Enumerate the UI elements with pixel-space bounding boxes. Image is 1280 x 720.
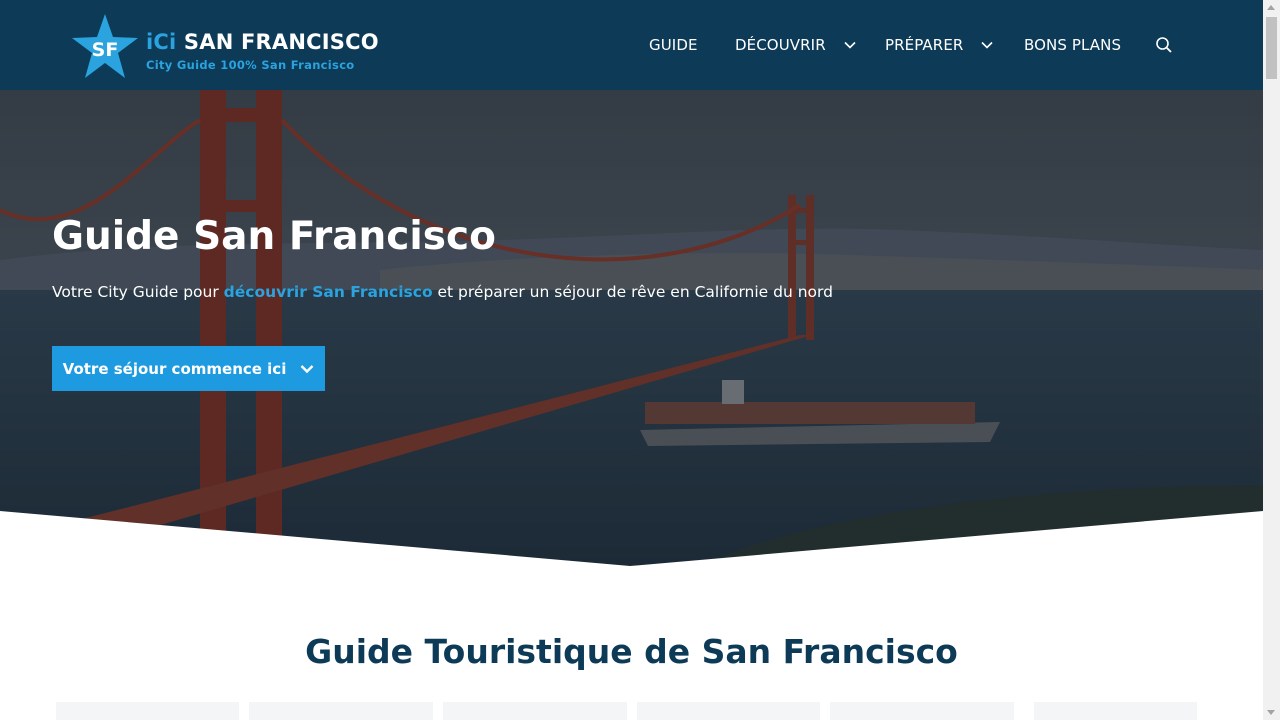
scroll-down-arrow-icon[interactable]	[1267, 710, 1275, 715]
site-header: SF iCi SAN FRANCISCO City Guide 100% San…	[0, 0, 1263, 90]
nav-item-decouvrir[interactable]: DÉCOUVRIR	[735, 35, 856, 55]
hero-subtitle-after: et préparer un séjour de rêve en Califor…	[432, 283, 833, 301]
page-scrollbar[interactable]	[1263, 0, 1280, 720]
hero-subtitle-link[interactable]: découvrir San Francisco	[224, 283, 433, 301]
hero-background-image	[0, 90, 1263, 566]
hero-subtitle: Votre City Guide pour découvrir San Fran…	[52, 283, 833, 301]
hero-banner: Guide San Francisco Votre City Guide pou…	[0, 90, 1263, 566]
guide-card[interactable]	[830, 702, 1014, 720]
guide-card[interactable]	[1034, 702, 1197, 720]
hero-title: Guide San Francisco	[52, 214, 496, 259]
nav-item-preparer[interactable]: PRÉPARER	[885, 35, 993, 55]
nav-label: DÉCOUVRIR	[735, 36, 826, 54]
nav-item-bons-plans[interactable]: BONS PLANS	[1024, 35, 1121, 55]
search-icon[interactable]	[1155, 36, 1173, 54]
page: SF iCi SAN FRANCISCO City Guide 100% San…	[0, 0, 1263, 720]
guide-cards-row	[0, 702, 1263, 720]
guide-card[interactable]	[56, 702, 239, 720]
section-title: Guide Touristique de San Francisco	[305, 632, 958, 671]
start-trip-button[interactable]: Votre séjour commence ici	[52, 346, 325, 391]
scroll-up-arrow-icon[interactable]	[1267, 5, 1275, 10]
hero-subtitle-before: Votre City Guide pour	[52, 283, 224, 301]
chevron-down-icon	[981, 41, 993, 49]
start-trip-button-label: Votre séjour commence ici	[62, 359, 287, 378]
nav-item-guide[interactable]: GUIDE	[649, 35, 698, 55]
chevron-down-icon	[844, 41, 856, 49]
guide-card[interactable]	[249, 702, 433, 720]
scrollbar-thumb[interactable]	[1266, 17, 1277, 79]
main-nav: GUIDE DÉCOUVRIR PRÉPARER BONS PLANS	[0, 0, 1263, 90]
guide-card[interactable]	[637, 702, 820, 720]
nav-label: GUIDE	[649, 36, 698, 54]
guide-card[interactable]	[443, 702, 627, 720]
nav-label: BONS PLANS	[1024, 36, 1122, 54]
chevron-down-icon	[300, 364, 314, 373]
nav-label: PRÉPARER	[885, 36, 964, 54]
